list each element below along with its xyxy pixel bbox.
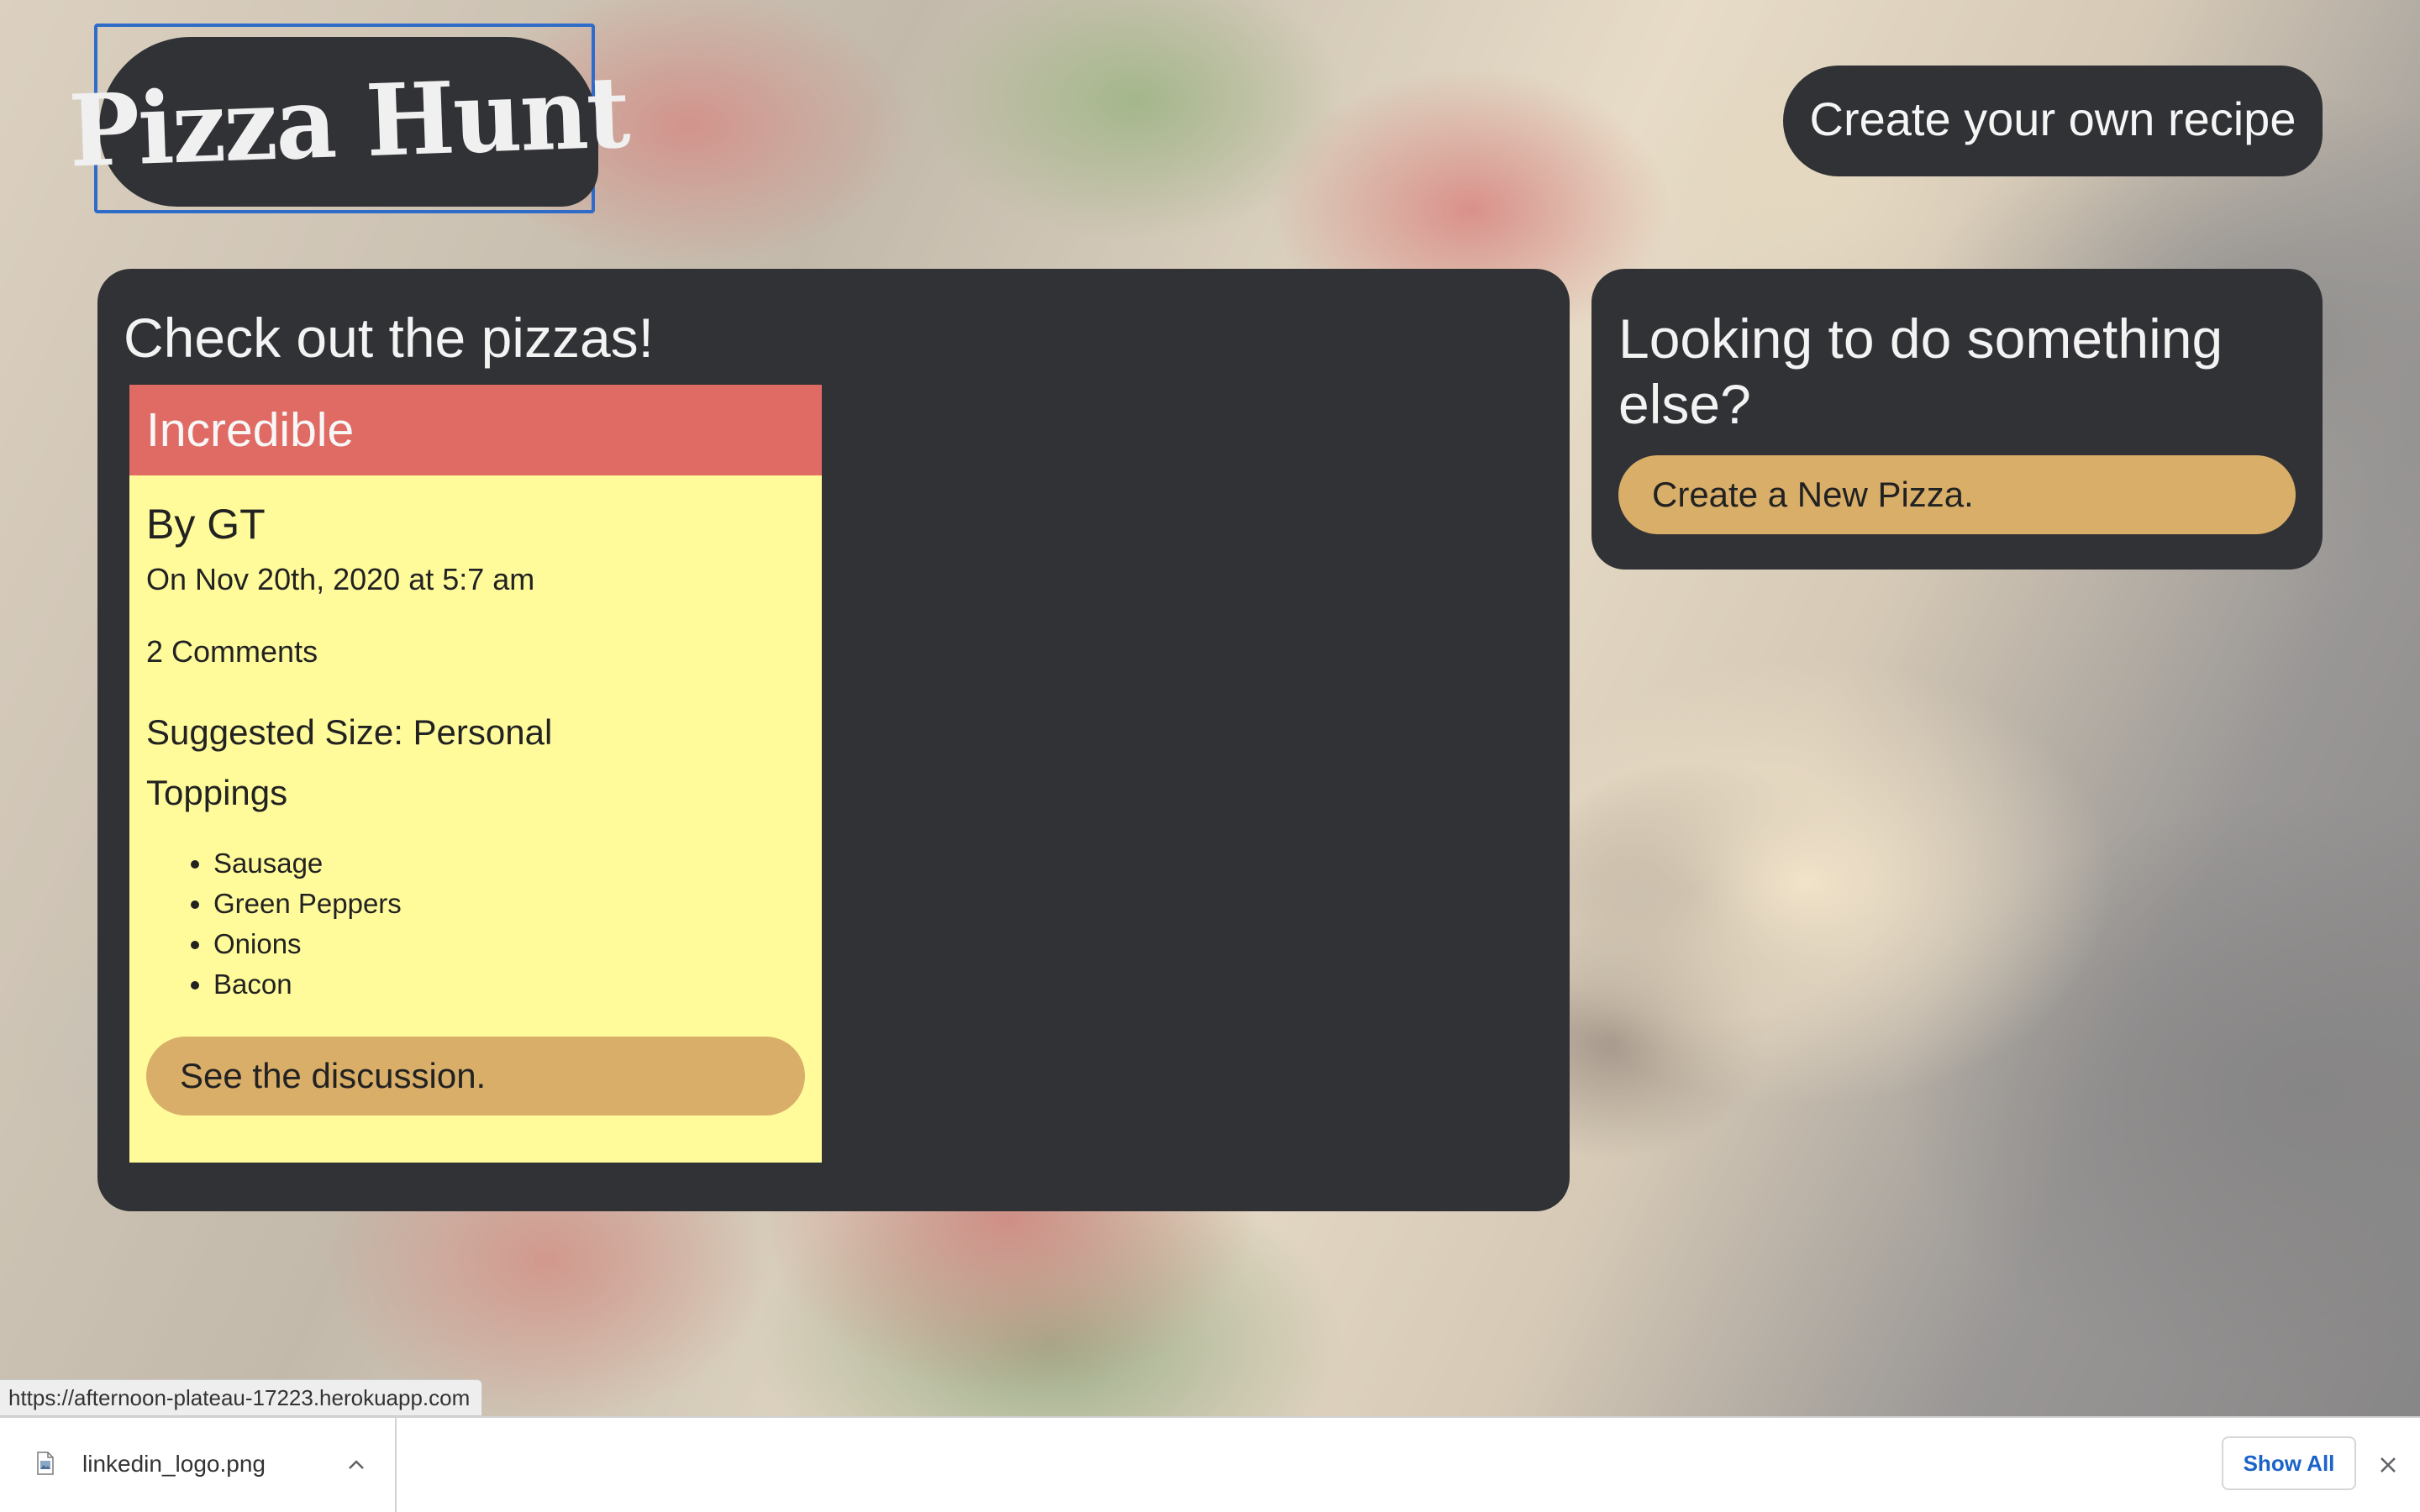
topping-item: Onions [213,924,805,964]
toppings-heading: Toppings [146,773,288,812]
pizza-list-title: Check out the pizzas! [124,307,654,369]
close-icon[interactable] [2371,1448,2405,1482]
chevron-up-icon[interactable] [341,1450,371,1480]
topping-item: Sausage [213,843,805,884]
pizza-card-body: By GT On Nov 20th, 2020 at 5:7 am 2 Comm… [129,499,822,1005]
pizza-name: Incredible [129,385,822,475]
pizza-author: By GT [146,501,266,548]
pizza-comment-count: 2 Comments [146,634,318,669]
download-item[interactable]: linkedin_logo.png [0,1418,397,1512]
create-new-pizza-button[interactable]: Create a New Pizza. [1618,455,2296,534]
pizza-card: Incredible By GT On Nov 20th, 2020 at 5:… [129,385,822,1163]
see-discussion-button[interactable]: See the discussion. [146,1037,805,1116]
download-shelf: linkedin_logo.png Show All [0,1416,2420,1512]
pizza-list-panel: Check out the pizzas! Incredible By GT O… [97,269,1570,1211]
create-recipe-button[interactable]: Create your own recipe [1783,66,2323,176]
file-image-icon [37,1452,54,1475]
home-logo-link[interactable]: Pizza Hunt [67,24,630,213]
status-bar-url: https://afternoon-plateau-17223.herokuap… [0,1379,483,1416]
logo-badge: Pizza Hunt [67,37,630,207]
pizza-suggested-size: Suggested Size: Personal [146,712,553,752]
pizza-date: On Nov 20th, 2020 at 5:7 am [146,562,535,596]
show-all-downloads-button[interactable]: Show All [2222,1436,2356,1490]
side-actions-panel: Looking to do something else? Create a N… [1591,269,2323,570]
toppings-list: Sausage Green Peppers Onions Bacon [146,843,805,1005]
site-logo-text: Pizza Hunt [66,54,631,190]
download-file-name: linkedin_logo.png [82,1451,266,1477]
topping-item: Green Peppers [213,884,805,924]
topping-item: Bacon [213,964,805,1005]
side-panel-title: Looking to do something else? [1618,307,2223,435]
